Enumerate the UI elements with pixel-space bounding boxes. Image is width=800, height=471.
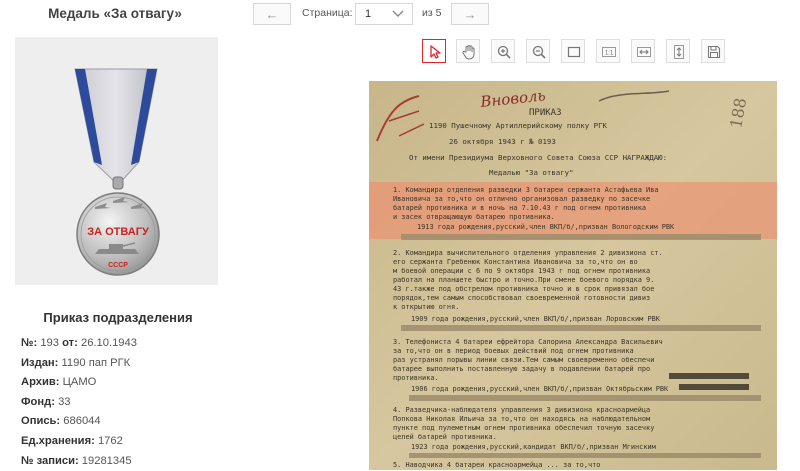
svg-text:батарей противника и в ночь на: батарей противника и в ночь на 7.10.43 г… — [393, 204, 646, 212]
prev-page-button[interactable]: ← — [253, 3, 291, 25]
order-heading: Приказ подразделения — [43, 310, 193, 325]
svg-text:Попкова Николая Ильича за то,ч: Попкова Николая Ильича за то,что он нахо… — [393, 415, 650, 423]
svg-text:батарее выполнить поставленную: батарее выполнить поставленную задачу в … — [393, 365, 650, 373]
svg-text:целей батарей противника.: целей батарей противника. — [393, 433, 497, 441]
doc-header-word: ПРИКАЗ — [529, 108, 562, 118]
doc-date-line: 26 октября 1943 г № 0193 — [449, 137, 556, 146]
doc-decree-line: От имени Президиума Верховного Совета Со… — [409, 153, 667, 162]
rectangle-select-icon — [567, 46, 581, 58]
svg-text:1909 года рождения,русский,чле: 1909 года рождения,русский,член ВКП/б/,п… — [411, 315, 661, 323]
archive-value: ЦАМО — [62, 376, 97, 389]
order-issued-row: Издан: 1190 пап РГК — [21, 354, 137, 374]
storage-unit-row: Ед.хранения: 1762 — [21, 432, 137, 452]
svg-text:м боевой операции с 6 по 9 окт: м боевой операции с 6 по 9 октября 1943 … — [393, 267, 650, 275]
zoom-out-button[interactable] — [526, 39, 550, 63]
fond-label: Фонд: — [21, 395, 55, 408]
chevron-down-icon — [392, 10, 404, 17]
svg-text:5. Наводчика 4 батареи красноа: 5. Наводчика 4 батареи красноармейца ...… — [393, 461, 600, 469]
order-details: №: 193 от: 26.10.1943 Издан: 1190 пап РГ… — [21, 334, 137, 471]
doc-unit-line: 1190 Пушечному Артиллерийскому полку РГК — [429, 121, 608, 130]
order-number-label: №: — [21, 337, 38, 349]
issued-label: Издан: — [21, 356, 59, 369]
save-button[interactable] — [701, 39, 725, 63]
cursor-icon — [430, 45, 441, 59]
svg-text:за то,что он в период боевых д: за то,что он в период боевых действий по… — [393, 347, 634, 355]
medal-image: ЗА ОТВАГУ СССР — [74, 68, 160, 276]
order-date-value: 26.10.1943 — [80, 337, 137, 349]
svg-text:1913 года рождения,русский,чле: 1913 года рождения,русский,член ВКП/б/,п… — [417, 223, 675, 231]
record-number-value: 19281345 — [81, 454, 132, 467]
svg-text:порядок,тем самым способствова: порядок,тем самым способствовал своеврем… — [393, 294, 650, 302]
inventory-row: Опись: 686044 — [21, 412, 137, 432]
svg-text:и засек отвращающую батарею пр: и засек отвращающую батарею противника. — [393, 213, 555, 221]
document-viewer[interactable]: Вноволь 188 ПРИКАЗ 1190 Пушечному Артилл… — [369, 81, 777, 470]
svg-text:к открытию огня.: к открытию огня. — [393, 303, 459, 311]
svg-text:1906 года рождения,русский,чле: 1906 года рождения,русский,член ВКП/б/,п… — [411, 385, 669, 393]
svg-text:Ивановича за то,что он отлично: Ивановича за то,что он отлично организов… — [393, 195, 650, 203]
storage-unit-label: Ед.хранения: — [21, 434, 95, 447]
record-number-row: № записи: 19281345 — [21, 452, 137, 471]
pan-tool-button[interactable] — [456, 39, 480, 63]
award-title: Медаль «За отвагу» — [48, 6, 182, 21]
svg-text:3. Телефониста 4 батареи ефрей: 3. Телефониста 4 батареи ефрейтора Сапор… — [393, 338, 663, 346]
zoom-in-button[interactable] — [491, 39, 515, 63]
entry-5: 5. Наводчика 4 батареи красноармейца ...… — [393, 461, 600, 469]
fit-width-icon — [637, 47, 651, 57]
save-icon — [707, 45, 721, 59]
page-select-value: 1 — [365, 8, 372, 20]
entry-4: 4. Разведчика-наблюдателя управления 3 д… — [393, 406, 656, 451]
svg-text:пункте под пулеметным огнем пр: пункте под пулеметным огнем противника о… — [393, 424, 654, 432]
svg-text:1923 года рождения,русский,кан: 1923 года рождения,русский,кандидат ВКП/… — [411, 443, 656, 451]
svg-text:противника.: противника. — [393, 374, 439, 382]
svg-text:раз устранял порывы линии связ: раз устранял порывы линии связи.Тем самы… — [393, 356, 654, 364]
actual-size-icon: 1:1 — [602, 47, 616, 57]
svg-text:43 г.также под обстрелом проти: 43 г.также под обстрелом противника точн… — [393, 285, 654, 293]
select-area-button[interactable] — [561, 39, 585, 63]
zoom-in-icon — [497, 45, 511, 59]
entry-3: 3. Телефониста 4 батареи ефрейтора Сапор… — [393, 338, 669, 393]
page-label: Страница: — [302, 7, 353, 19]
page-count: из 5 — [422, 7, 442, 19]
fit-width-button[interactable] — [631, 39, 655, 63]
document-scan: Вноволь 188 ПРИКАЗ 1190 Пушечному Артилл… — [369, 81, 777, 470]
archive-row: Архив: ЦАМО — [21, 373, 137, 393]
issued-value: 1190 пап РГК — [61, 356, 131, 369]
svg-text:работал на планшете быстро и т: работал на планшете быстро и точно.При с… — [393, 276, 654, 284]
svg-text:4. Разведчика-наблюдателя упра: 4. Разведчика-наблюдателя управления 3 д… — [393, 406, 650, 414]
order-number-row: №: 193 от: 26.10.1943 — [21, 334, 137, 354]
doc-medal-line: Медалью "За отвагу" — [489, 168, 574, 177]
medal-text: ЗА ОТВАГУ — [87, 226, 149, 238]
actual-size-button[interactable]: 1:1 — [596, 39, 620, 63]
record-number-label: № записи: — [21, 454, 79, 467]
medal-ussr-text: СССР — [108, 262, 128, 269]
medal-image-box: ЗА ОТВАГУ СССР — [15, 37, 218, 285]
zoom-out-icon — [532, 45, 546, 59]
archive-label: Архив: — [21, 376, 60, 389]
next-page-button[interactable]: → — [451, 3, 489, 25]
fit-height-icon — [674, 45, 684, 59]
cursor-tool-button[interactable] — [422, 39, 446, 63]
svg-text:2. Командира вычислительного о: 2. Командира вычислительного отделения у… — [393, 249, 663, 257]
entry-1: 1. Командира отделения разведки 3 батаре… — [393, 186, 675, 231]
fond-value: 33 — [58, 395, 71, 408]
award-panel: Медаль «За отвагу» ЗА ОТВАГУ СССР Приказ… — [0, 0, 230, 470]
svg-text:1:1: 1:1 — [605, 51, 614, 57]
storage-unit-value: 1762 — [97, 434, 123, 447]
page-select[interactable]: 1 — [355, 3, 413, 25]
inventory-label: Опись: — [21, 415, 61, 428]
fond-row: Фонд: 33 — [21, 393, 137, 413]
fit-height-button[interactable] — [666, 39, 690, 63]
order-date-label: от: — [62, 337, 78, 349]
hand-icon — [462, 45, 475, 60]
svg-text:его сержанта Гребенюк Констант: его сержанта Гребенюк Константина Иванов… — [393, 258, 638, 266]
inventory-value: 686044 — [63, 415, 101, 428]
svg-text:1. Командира отделения разведк: 1. Командира отделения разведки 3 батаре… — [393, 186, 659, 194]
order-number-value: 193 — [40, 337, 59, 349]
